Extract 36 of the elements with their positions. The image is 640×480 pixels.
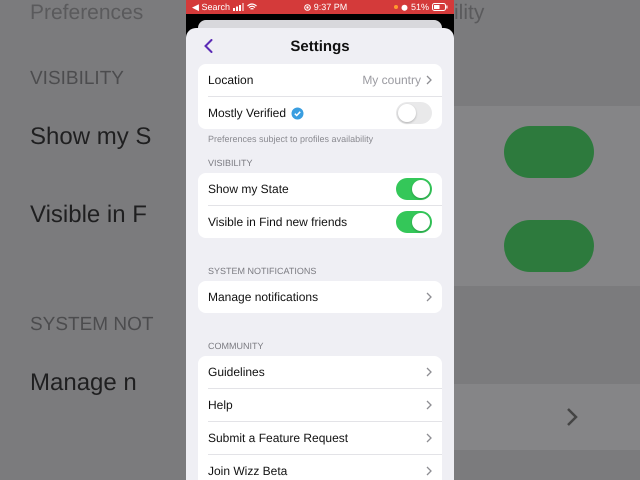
battery-icon (432, 3, 448, 11)
backdrop-text: Show my S (30, 122, 152, 152)
wifi-icon (247, 3, 258, 11)
chevron-icon (426, 400, 432, 410)
toggle-switch[interactable] (396, 178, 432, 200)
screen-title: Settings (290, 38, 350, 54)
settings-row[interactable]: Manage notifications (208, 281, 421, 313)
chevron-icon (426, 466, 432, 476)
back-to-search-link[interactable]: ◀ Search (192, 1, 230, 13)
chevron-icon (426, 292, 432, 302)
settings-row[interactable]: Guidelines (208, 356, 421, 388)
toggle-switch[interactable] (396, 211, 432, 233)
row-label: Visible in Find new friends (208, 215, 348, 229)
backdrop-text: Manage n (30, 368, 138, 398)
chevron-icon (426, 367, 432, 377)
recording-dot-icon (394, 5, 398, 9)
row-label: Show my State (208, 182, 289, 196)
settings-row[interactable]: Submit a Feature Request (208, 422, 421, 454)
chevron-icon (426, 75, 432, 85)
backdrop-chevron-icon (566, 407, 578, 427)
settings-row[interactable]: Help (208, 389, 421, 421)
chevron-icon (426, 433, 432, 443)
footnote-text: Preferences subject to profiles availability (207, 133, 374, 144)
status-time: 9:37 PM (314, 1, 348, 13)
signal-icon (233, 3, 244, 11)
section-heading: SYSTEM NOTIFICATIONS (207, 266, 318, 278)
row-label: Mostly Verified (208, 106, 286, 120)
location-icon (304, 4, 311, 10)
toggle-switch[interactable] (396, 102, 432, 124)
battery-percent: 51% (411, 1, 430, 13)
backdrop-text: Visible in F (30, 200, 148, 230)
back-chevron-icon[interactable] (204, 39, 213, 53)
settings-row[interactable]: Join Wizz Beta (208, 455, 421, 480)
section-heading: COMMUNITY (207, 341, 264, 353)
row-label: Location (208, 73, 254, 87)
section-heading: VISIBILITY (207, 158, 254, 170)
